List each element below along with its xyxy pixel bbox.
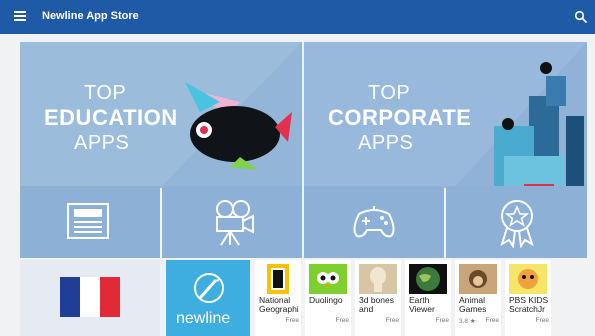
- earth-globe-icon: [409, 264, 447, 294]
- banner-line1: TOP: [368, 82, 411, 104]
- newline-tile[interactable]: newline: [166, 260, 250, 336]
- app-card[interactable]: Earth Viewer Free: [405, 260, 451, 336]
- app-price: Free: [385, 317, 399, 324]
- corporate-apps-banner[interactable]: TOP CORPORATE APPS: [304, 42, 587, 188]
- app-card[interactable]: PBS KIDS ScratchJr Free: [505, 260, 551, 336]
- category-games-tile[interactable]: [304, 186, 444, 258]
- app-name: Duolingo: [309, 295, 343, 305]
- app-price: Free: [485, 317, 499, 324]
- movie-camera-icon: [216, 200, 254, 246]
- top-app-bar: Newline App Store: [0, 0, 595, 34]
- app-name: 3d bones and: [359, 295, 394, 314]
- app-card[interactable]: Animal Games 3.8 ★ Free: [455, 260, 501, 336]
- banner-line1: TOP: [84, 82, 127, 104]
- banner-line3: APPS: [74, 132, 130, 154]
- category-awards-tile[interactable]: [446, 186, 587, 258]
- app-card[interactable]: Duolingo Free: [305, 260, 351, 336]
- scratchjr-cat-icon: [509, 264, 547, 294]
- category-news-tile[interactable]: [20, 186, 160, 258]
- french-apps-tile[interactable]: [20, 260, 160, 336]
- fish-illustration-icon: [185, 82, 292, 170]
- newspaper-icon: [67, 203, 109, 239]
- newline-logo-icon: [194, 273, 224, 303]
- award-badge-icon: [499, 200, 534, 248]
- app-price: Free: [285, 317, 299, 324]
- newline-label: newline: [176, 310, 231, 327]
- category-video-tile[interactable]: [162, 186, 302, 258]
- app-price: Free: [335, 317, 349, 324]
- gamepad-icon: [353, 206, 395, 238]
- app-title: Newline App Store: [42, 10, 139, 22]
- duolingo-owl-icon: [309, 264, 347, 294]
- app-name: Earth Viewer: [409, 295, 435, 314]
- france-flag-icon: [60, 277, 120, 317]
- app-name: Animal Games: [459, 295, 487, 314]
- hamburger-menu-icon[interactable]: [14, 11, 26, 21]
- national-geographic-icon: [259, 264, 297, 294]
- banner-line2: EDUCATION: [44, 105, 178, 130]
- app-name: PBS KIDS ScratchJr: [509, 295, 549, 314]
- app-price: Free: [435, 317, 449, 324]
- store-home: TOP EDUCATION APPS TOP CORPORATE APPS ne…: [0, 34, 595, 336]
- app-price: Free: [535, 317, 549, 324]
- education-apps-banner[interactable]: TOP EDUCATION APPS: [20, 42, 302, 188]
- animal-monkey-icon: [459, 264, 497, 294]
- apps-row: National Geographi Free Duolingo Free 3d…: [255, 260, 585, 336]
- banner-line2: CORPORATE: [328, 105, 472, 130]
- app-card[interactable]: National Geographi Free: [255, 260, 301, 336]
- banner-line3: APPS: [358, 132, 414, 154]
- bones-anatomy-icon: [359, 264, 397, 294]
- app-rating: 3.8 ★: [459, 318, 476, 325]
- search-icon[interactable]: [574, 10, 588, 24]
- app-name: National Geographi: [259, 295, 299, 314]
- monument-tower-illustration-icon: [494, 62, 584, 188]
- app-card[interactable]: 3d bones and Free: [355, 260, 401, 336]
